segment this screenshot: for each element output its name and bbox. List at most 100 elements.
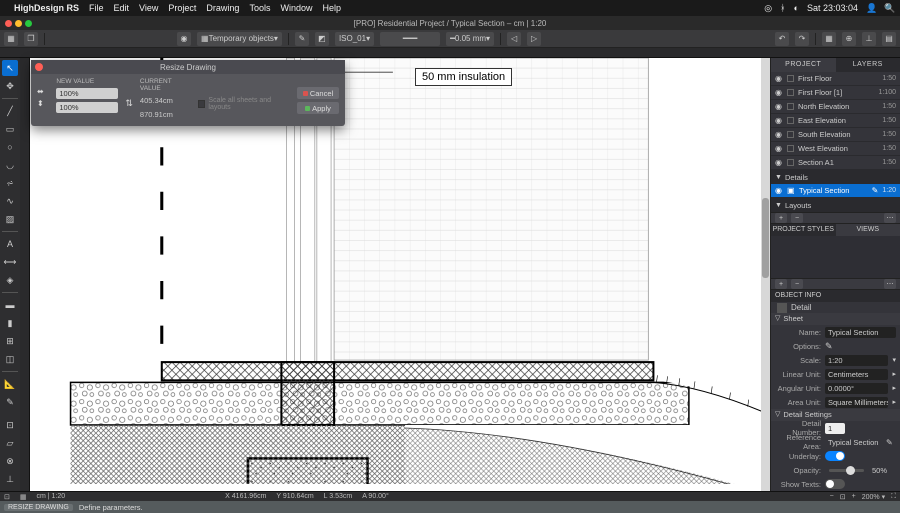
redo-button[interactable]: ↷: [795, 32, 809, 46]
vertical-ruler[interactable]: [20, 58, 30, 491]
snap-toggle[interactable]: ⊕: [842, 32, 856, 46]
sheet-section-header[interactable]: ▽Sheet: [771, 313, 900, 325]
rect-tool[interactable]: ▭: [2, 121, 18, 137]
sheet-row[interactable]: ◉East Elevation1:50: [771, 114, 900, 128]
sheet-row[interactable]: ◉First Floor [1]1:100: [771, 86, 900, 100]
arrow-end[interactable]: ▷: [527, 32, 541, 46]
menu-tools[interactable]: Tools: [249, 3, 270, 13]
ortho-toggle[interactable]: ⊥: [862, 32, 876, 46]
sheet-options-button[interactable]: ⋯: [884, 213, 896, 223]
measure-tool[interactable]: 📐: [2, 376, 18, 392]
snap-perpendicular[interactable]: ⊥: [2, 471, 18, 487]
pan-tool[interactable]: ✥: [2, 78, 18, 94]
vertical-scrollbar[interactable]: [761, 58, 770, 491]
horizontal-ruler[interactable]: [0, 48, 900, 58]
paint-tool[interactable]: ✎: [2, 394, 18, 410]
dimension-tool[interactable]: ⟷: [2, 254, 18, 270]
opacity-slider[interactable]: [829, 469, 864, 472]
line-tool[interactable]: ╱: [2, 103, 18, 119]
grid-indicator[interactable]: ▦: [20, 493, 27, 501]
column-tool[interactable]: ▮: [2, 315, 18, 331]
grid-toggle[interactable]: ▦: [822, 32, 836, 46]
width-input[interactable]: 100%: [56, 88, 118, 99]
details-group[interactable]: ▼Details: [771, 170, 900, 184]
menu-help[interactable]: Help: [322, 3, 341, 13]
tab-views[interactable]: VIEWS: [836, 224, 900, 236]
lineweight-dropdown[interactable]: ━ 0.05 mm ▾: [446, 32, 494, 46]
curve-tool[interactable]: ∿: [2, 193, 18, 209]
menu-project[interactable]: Project: [168, 3, 196, 13]
view-toggle[interactable]: ❐: [24, 32, 38, 46]
menu-edit[interactable]: Edit: [114, 3, 130, 13]
linetype-preview[interactable]: ━━━: [380, 32, 440, 46]
sheet-row[interactable]: ◉West Elevation1:50: [771, 142, 900, 156]
angular-unit-dropdown[interactable]: 0.0000°: [825, 383, 888, 394]
linestyle-dropdown[interactable]: ISO_01 ▾: [335, 32, 374, 46]
menu-view[interactable]: View: [139, 3, 158, 13]
height-input[interactable]: 100%: [56, 102, 118, 113]
snap-midpoint[interactable]: ▱: [2, 435, 18, 451]
units-display[interactable]: cm | 1:20: [37, 493, 66, 500]
visibility-icon[interactable]: ◉: [775, 186, 783, 195]
tab-project[interactable]: PROJECT: [771, 58, 836, 72]
remove-sheet-button[interactable]: −: [791, 213, 803, 223]
wall-tool[interactable]: ▬: [2, 297, 18, 313]
visibility-icon[interactable]: ◉: [775, 88, 783, 97]
apply-button[interactable]: Apply: [297, 102, 339, 114]
edit-reference-button[interactable]: ✎: [886, 438, 896, 447]
scrollbar-thumb[interactable]: [762, 198, 769, 278]
layouts-group[interactable]: ▼Layouts: [771, 198, 900, 212]
snap-intersection[interactable]: ⊗: [2, 453, 18, 469]
options-button[interactable]: ✎: [825, 341, 833, 352]
sheet-row[interactable]: ◉South Elevation1:50: [771, 128, 900, 142]
polyline-tool[interactable]: ⩫: [2, 175, 18, 191]
wifi-icon[interactable]: ◎: [764, 3, 772, 14]
layer-dropdown[interactable]: ▦ Temporary objects ▾: [197, 32, 282, 46]
scale-all-checkbox[interactable]: Scale all sheets and layouts: [198, 88, 291, 120]
undo-button[interactable]: ↶: [775, 32, 789, 46]
arc-tool[interactable]: ◡: [2, 157, 18, 173]
views-list[interactable]: [771, 236, 900, 278]
hatch-tool[interactable]: ▨: [2, 211, 18, 227]
fill-color[interactable]: ◩: [315, 32, 329, 46]
snap-endpoint[interactable]: ⊡: [2, 417, 18, 433]
app-menu[interactable]: HighDesign RS: [14, 3, 79, 13]
visibility-icon[interactable]: ◉: [775, 74, 783, 83]
show-texts-toggle[interactable]: [825, 479, 845, 489]
sheet-row[interactable]: ◉North Elevation1:50: [771, 100, 900, 114]
snap-indicator[interactable]: ⊡: [4, 493, 10, 501]
zoom-dropdown[interactable]: 200% ▾: [862, 493, 885, 501]
menu-window[interactable]: Window: [280, 3, 312, 13]
menu-file[interactable]: File: [89, 3, 104, 13]
door-tool[interactable]: ◫: [2, 351, 18, 367]
annotation-label[interactable]: 50 mm insulation: [415, 68, 512, 86]
zoom-out-button[interactable]: −: [830, 493, 834, 500]
remove-view-button[interactable]: −: [791, 279, 803, 289]
scale-dropdown[interactable]: 1:20: [825, 355, 888, 366]
circle-tool[interactable]: ○: [2, 139, 18, 155]
area-unit-dropdown[interactable]: Square Millimeters: [825, 397, 888, 408]
cancel-button[interactable]: Cancel: [297, 87, 339, 99]
arrow-tool[interactable]: ↖: [2, 60, 18, 76]
sidebar-toggle[interactable]: ▦: [4, 32, 18, 46]
underlay-toggle[interactable]: [825, 451, 845, 461]
spotlight-icon[interactable]: ◐: [794, 3, 799, 13]
search-icon[interactable]: 🔍: [884, 3, 894, 14]
zoom-in-button[interactable]: +: [852, 493, 856, 500]
right-panel-toggle[interactable]: ▤: [882, 32, 896, 46]
visibility-icon[interactable]: ◉: [775, 116, 783, 125]
sheet-name-field[interactable]: Typical Section: [825, 327, 896, 338]
add-sheet-button[interactable]: +: [775, 213, 787, 223]
menubar-clock[interactable]: Sat 23:03:04: [807, 3, 858, 13]
view-options-button[interactable]: ⋯: [884, 279, 896, 289]
window-tool[interactable]: ⊞: [2, 333, 18, 349]
zoom-fit-button[interactable]: ⊡: [840, 493, 846, 501]
lock-aspect-button[interactable]: ⇅: [124, 78, 134, 120]
detail-row-selected[interactable]: ◉▣Typical Section✎1:20: [771, 184, 900, 198]
annotation-tool[interactable]: ◈: [2, 272, 18, 288]
sheet-row[interactable]: ◉First Floor1:50: [771, 72, 900, 86]
visibility-icon[interactable]: ◉: [775, 158, 783, 167]
detail-number-field[interactable]: 1: [825, 423, 845, 434]
tab-layers[interactable]: LAYERS: [836, 58, 900, 72]
menu-drawing[interactable]: Drawing: [206, 3, 239, 13]
